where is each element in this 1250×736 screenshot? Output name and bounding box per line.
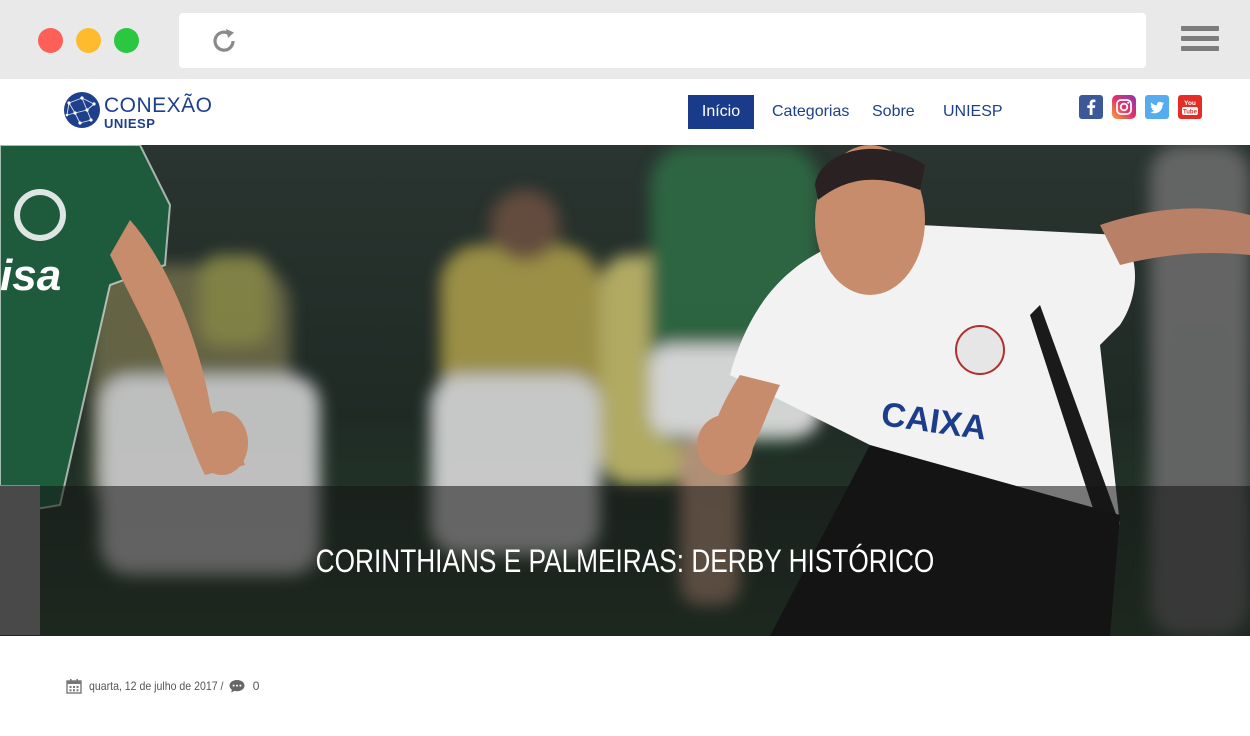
youtube-icon[interactable]: You Tube [1178, 95, 1202, 119]
comment-count[interactable]: 0 [253, 679, 260, 693]
site-logo[interactable]: CONEXÃO UNIESP [63, 91, 213, 133]
post-meta: quarta, 12 de julho de 2017 / 0 [66, 676, 259, 696]
logo-line1: CONEXÃO [104, 94, 213, 117]
facebook-icon[interactable] [1079, 95, 1103, 119]
nav-item-sobre[interactable]: Sobre [872, 95, 915, 129]
svg-text:You: You [1184, 100, 1196, 107]
address-bar[interactable] [179, 13, 1146, 68]
nav-item-inicio[interactable]: Início [688, 95, 754, 129]
window-minimize-button[interactable] [76, 28, 101, 53]
window-close-button[interactable] [38, 28, 63, 53]
hamburger-menu-icon[interactable] [1181, 26, 1219, 56]
hero-title[interactable]: CORINTHIANS E PALMEIRAS: DERBY HISTÓRICO [113, 543, 1138, 580]
svg-text:Tube: Tube [1183, 110, 1198, 116]
instagram-icon[interactable] [1112, 95, 1136, 119]
svg-text:isa: isa [0, 251, 61, 300]
comment-icon[interactable] [228, 678, 246, 694]
browser-chrome [0, 0, 1250, 79]
window-maximize-button[interactable] [114, 28, 139, 53]
site-header: CONEXÃO UNIESP Início Categorias Sobre U… [0, 79, 1250, 145]
calendar-icon [66, 679, 82, 694]
nav-item-categorias[interactable]: Categorias [772, 95, 849, 129]
reload-icon[interactable] [209, 26, 239, 56]
post-date: quarta, 12 de julho de 2017 / [89, 679, 224, 693]
hero-banner[interactable]: isa CAIXA CORINTHIANS E PALMEIRAS: DERBY… [0, 145, 1250, 636]
globe-network-icon [64, 92, 100, 128]
twitter-icon[interactable] [1145, 95, 1169, 119]
nav-item-uniesp[interactable]: UNIESP [943, 95, 1003, 129]
logo-line2: UNIESP [104, 116, 156, 131]
